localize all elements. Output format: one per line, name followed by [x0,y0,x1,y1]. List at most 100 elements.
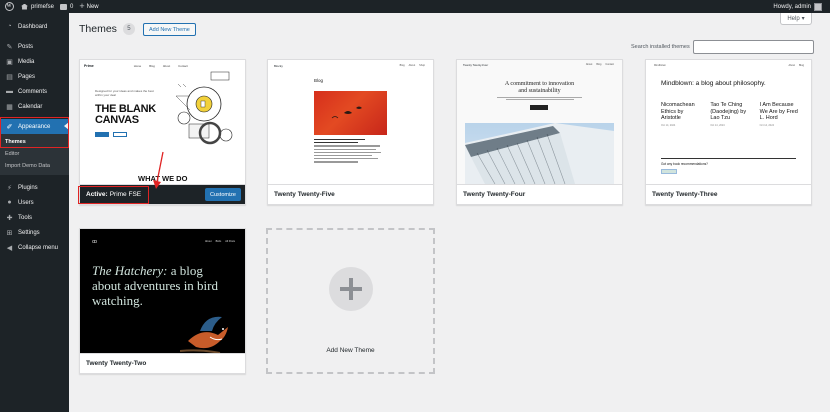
theme-card-twenty-twenty-three[interactable]: Mindblown About Blog Mindblown: a blog a… [645,59,812,205]
shot-text-lines [314,139,387,165]
theme-name: Twenty Twenty-Two [80,353,245,373]
page-title: Themes 5 [79,23,135,35]
shot-divider [661,158,796,159]
appearance-submenu: Themes Editor Import Demo Data [0,134,69,175]
theme-name: Prime FSE [109,191,142,198]
shot-nav-item: Birds [215,240,222,243]
media-icon: ▣ [6,58,13,66]
account-menu[interactable]: Howdy, admin [773,2,830,11]
shot-nav-item: Blog [798,64,804,67]
shot-button [661,169,677,174]
theme-screenshot: Mindblown About Blog Mindblown: a blog a… [646,60,811,184]
shot-nav-item: About [205,240,212,243]
sidebar-item-comments[interactable]: ▬ Comments [0,84,69,99]
main-content: Help ▾ Themes 5 Add New Theme Search inst… [69,13,830,412]
shot-post-title: I Am Because We Are by Fred L. Hord [759,102,798,121]
shot-heading: The Hatchery: a blog about adventures in… [92,263,232,308]
theme-name: Twenty Twenty-Three [646,184,811,204]
theme-screenshot: ꝏ About Birds All Posts The Hatchery: a … [80,229,245,353]
sidebar-item-plugins[interactable]: ⚡ Plugins [0,180,69,195]
red-arrow-annotation [153,151,164,189]
shot-cta-text: Got any book recommendations? [661,162,708,166]
shot-nav-item: About [788,64,795,67]
shot-site-title: Blocky [274,64,283,68]
theme-count-badge: 5 [122,23,135,35]
bird-illustration [180,316,228,353]
page-icon: ▤ [6,73,13,81]
shot-nav-item: Blog [399,64,405,67]
shot-nav: About Birds All Posts [205,240,235,243]
theme-name: Twenty Twenty-Four [457,184,622,204]
theme-card-twenty-twenty-two[interactable]: ꝏ About Birds All Posts The Hatchery: a … [79,228,246,374]
add-new-theme-button[interactable]: Add New Theme [143,23,196,36]
comments-link[interactable]: 0 [57,0,76,13]
sidebar-item-calendar[interactable]: ▦ Calendar [0,99,69,114]
shot-heading: Mindblown: a blog about philosophy. [661,80,766,87]
shot-nav-links: About Blog [788,64,804,67]
sidebar-item-appearance[interactable]: ✐ Appearance [0,119,69,134]
brush-icon: ✐ [6,123,13,131]
submenu-themes[interactable]: Themes [0,136,69,148]
sidebar-item-dashboard[interactable]: ◔ Dashboard [0,19,69,34]
shot-heading-line: A commitment to innovation [504,81,575,87]
sidebar-item-settings[interactable]: ⊞ Settings [0,225,69,240]
add-new-theme-card[interactable]: Add New Theme [266,228,435,374]
sidebar-collapse-menu[interactable]: ◀ Collapse menu [0,240,69,255]
dashboard-icon: ◔ [7,23,12,30]
sidebar-item-media[interactable]: ▣ Media [0,54,69,69]
site-name-link[interactable]: primefse [18,0,57,13]
theme-card-twenty-twenty-four[interactable]: Twenty Twenty-Four About Blog Contact A … [456,59,623,205]
shot-heading: A commitment to innovation and sustainab… [457,81,622,95]
shot-post-date: Oct 14, 2024 [710,123,725,127]
theme-screenshot: Blocky Blog About Shop Blog [268,60,433,184]
new-content-link[interactable]: + New [76,0,101,13]
submenu-import-demo-data[interactable]: Import Demo Data [0,160,69,172]
shot-nav: Blog About Shop [400,64,425,67]
settings-icon: ⊞ [6,229,13,237]
wordpress-logo[interactable]: W [0,0,18,13]
plus-icon: + [79,1,85,11]
shot-image [314,91,387,135]
shot-post-title: Nicomachean Ethics by Aristotle [661,102,695,121]
sidebar-item-posts[interactable]: ✎ Posts [0,39,69,54]
sidebar-item-pages[interactable]: ▤ Pages [0,69,69,84]
shot-site-title: Mindblown [654,64,666,67]
wrench-icon: ✚ [6,214,13,222]
shot-logo-icon: ꝏ [92,239,98,245]
admin-bar: W primefse 0 + New Howdy, admin [0,0,830,13]
shot-post: Tao Te Ching (Daodejing) by Lao Tzu Oct 1… [710,102,751,129]
shot-button [530,105,548,110]
plus-glyph [340,278,362,300]
theme-screenshot: Twenty Twenty-Four About Blog Contact A … [457,60,622,184]
submenu-editor[interactable]: Editor [0,148,69,160]
shot-nav-item: All Posts [225,240,235,243]
users-icon: ● [7,199,12,206]
wordpress-icon: W [4,2,14,11]
sidebar-item-users[interactable]: ● Users [0,195,69,210]
shot-site-title: Twenty Twenty-Four [463,63,489,67]
search-label: Search installed themes [631,44,690,50]
shot-nav-item: Blog [596,63,602,66]
calendar-icon: ▦ [6,103,13,111]
shot-post-date: Oct 14, 2024 [759,123,774,127]
theme-card-twenty-twenty-five[interactable]: Blocky Blog About Shop Blog Twenty Twent… [267,59,434,205]
shot-post-grid: Nicomachean Ethics by Aristotle Oct 14, 2… [661,102,801,129]
sidebar-item-tools[interactable]: ✚ Tools [0,210,69,225]
shot-post-title: Tao Te Ching (Daodejing) by Lao Tzu [710,102,747,121]
search-themes-input[interactable] [693,40,814,54]
comment-icon: ▬ [6,88,13,95]
shot-nav: About Blog Contact [586,63,614,66]
shot-heading-italic: The Hatchery: [92,263,168,278]
plus-icon [329,267,373,311]
shot-heading-line: and sustainability [518,88,561,94]
help-tab-button[interactable]: Help ▾ [780,13,812,25]
shot-nav-item: Shop [419,64,425,67]
add-new-theme-label: Add New Theme [326,347,375,354]
shot-nav-item: Contact [605,63,614,66]
customize-button[interactable]: Customize [205,188,241,201]
active-label: Active: [86,191,108,198]
shot-heading: Blog [314,78,324,83]
building-illustration [465,123,614,184]
shot-nav-item: About [585,63,593,66]
shot-post: Nicomachean Ethics by Aristotle Oct 14, 2… [661,102,702,129]
